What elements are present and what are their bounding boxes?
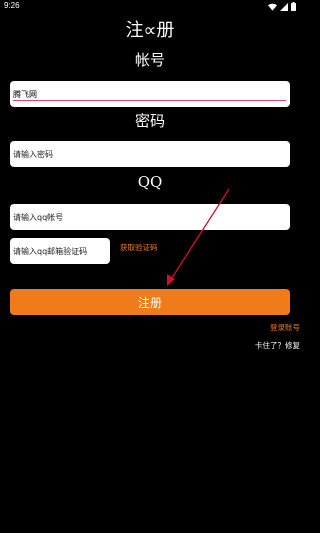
verification-code-field[interactable] [10, 238, 110, 264]
battery-icon [291, 2, 296, 11]
wifi-icon [268, 3, 277, 11]
password-label: 密码 [134, 112, 165, 130]
qq-field[interactable] [10, 204, 290, 230]
verification-code-input[interactable] [13, 246, 110, 256]
password-input[interactable] [13, 149, 290, 159]
login-link[interactable]: 登录账号 [270, 322, 300, 333]
status-time: 9:26 [4, 1, 20, 10]
qq-label: QQ [137, 173, 163, 191]
account-field[interactable] [10, 81, 290, 107]
account-field-underline [13, 100, 286, 101]
account-label: 帐号 [134, 51, 165, 69]
qq-input[interactable] [13, 212, 290, 222]
status-bar: 9:26 [0, 0, 300, 14]
stuck-fix-link[interactable]: 卡住了？修复 [255, 340, 300, 351]
status-icons [268, 2, 296, 11]
page-title: 注∝册 [125, 20, 175, 41]
annotation-arrow-icon [167, 188, 230, 286]
password-field[interactable] [10, 141, 290, 167]
get-code-button[interactable]: 获取验证码 [120, 242, 158, 253]
account-input[interactable] [13, 89, 290, 99]
signal-icon [280, 2, 288, 11]
register-button[interactable]: 注册 [10, 289, 290, 315]
